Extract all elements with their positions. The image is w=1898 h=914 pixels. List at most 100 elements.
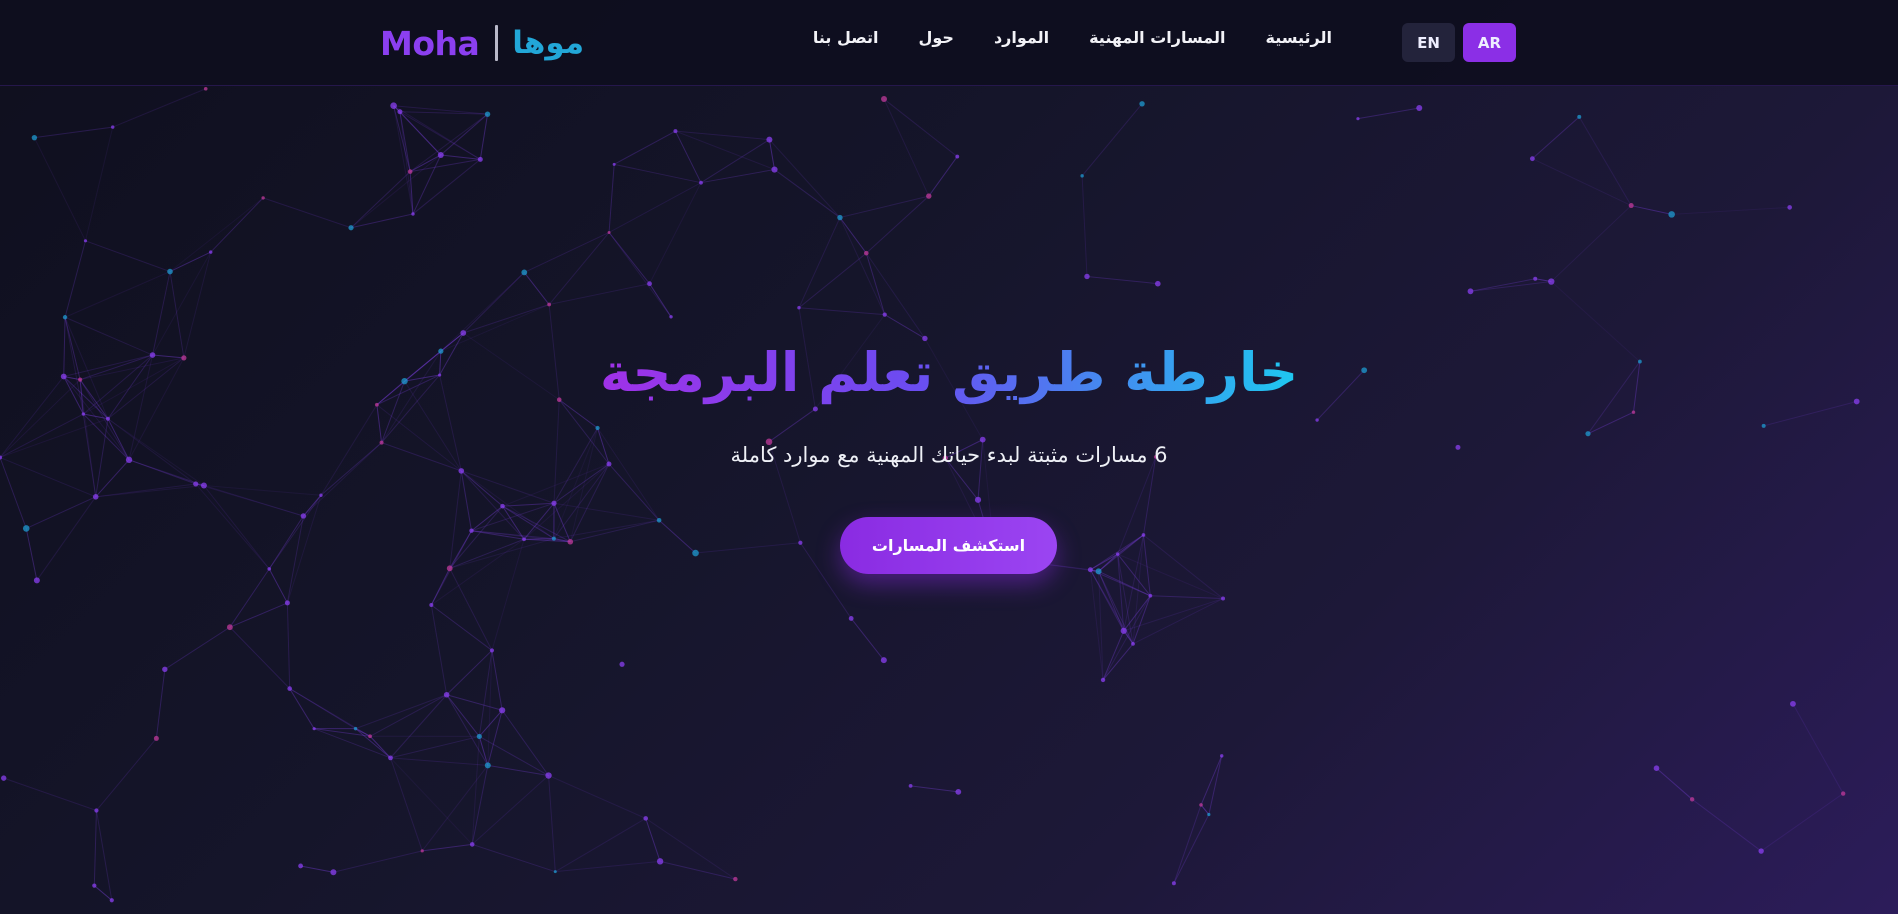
network-node <box>499 707 506 714</box>
lang-en-button[interactable]: EN <box>1402 23 1455 62</box>
logo-text-en: Moha <box>380 23 480 63</box>
network-node <box>979 436 986 443</box>
explore-paths-button[interactable]: استكشف المسارات <box>840 517 1057 574</box>
network-line <box>268 494 322 570</box>
network-line <box>430 604 448 695</box>
main-menu: الرئيسية المسارات المهنية الموارد حول ات… <box>813 28 1332 47</box>
network-node <box>1533 276 1538 281</box>
network-line <box>883 98 930 197</box>
nav-link-contact[interactable]: اتصل بنا <box>813 28 879 47</box>
network-line <box>26 496 96 529</box>
network-line <box>1792 703 1844 794</box>
network-line <box>164 626 231 670</box>
network-node <box>864 250 869 256</box>
network-line <box>355 694 447 730</box>
network-node <box>766 136 773 143</box>
network-node <box>1668 211 1675 218</box>
network-line <box>446 694 489 766</box>
network-node <box>458 468 465 474</box>
network-line <box>421 765 489 852</box>
network-line <box>675 130 770 141</box>
network-node <box>287 686 292 691</box>
network-line <box>695 542 801 554</box>
network-node <box>656 517 662 523</box>
network-line <box>369 735 391 759</box>
network-node <box>926 193 932 199</box>
network-line <box>369 694 447 737</box>
network-node <box>469 528 474 533</box>
network-node <box>643 816 649 821</box>
network-line <box>1098 571 1134 645</box>
network-line <box>460 470 503 507</box>
network-node <box>1220 754 1224 758</box>
site-logo[interactable]: Moha موها <box>380 20 584 66</box>
network-node <box>411 212 415 216</box>
network-line <box>1102 643 1134 681</box>
network-node <box>547 302 552 307</box>
nav-link-resources[interactable]: الموارد <box>994 28 1049 47</box>
network-node <box>500 503 505 509</box>
network-line <box>399 111 414 215</box>
network-node <box>1529 156 1535 162</box>
network-line <box>523 272 550 305</box>
nav-link-about[interactable]: حول <box>918 28 953 47</box>
network-line <box>300 865 334 873</box>
network-line <box>1532 158 1632 207</box>
network-node <box>848 616 854 621</box>
network-node <box>880 657 887 664</box>
network-line <box>883 98 958 157</box>
network-line <box>210 197 264 253</box>
network-line <box>112 88 206 128</box>
network-node <box>656 858 664 865</box>
nav-link-home[interactable]: الرئيسية <box>1266 28 1333 47</box>
network-node <box>33 577 40 584</box>
network-line <box>479 114 489 160</box>
network-node <box>348 225 354 231</box>
lang-ar-button[interactable]: AR <box>1463 23 1516 62</box>
network-node <box>1100 677 1106 683</box>
network-line <box>449 538 525 569</box>
network-node <box>477 156 483 162</box>
network-node <box>300 513 307 519</box>
network-node <box>1221 596 1226 601</box>
network-line <box>865 253 886 315</box>
network-line <box>262 197 352 229</box>
network-line <box>674 130 702 183</box>
network-node <box>330 869 337 876</box>
network-node <box>484 762 491 769</box>
network-line <box>203 485 270 570</box>
network-line <box>84 126 114 241</box>
network-line <box>393 105 411 172</box>
network-node <box>1548 278 1555 285</box>
network-node <box>551 500 557 506</box>
network-line <box>1173 814 1210 884</box>
network-node <box>484 111 491 117</box>
network-line <box>501 710 549 776</box>
network-node <box>955 154 960 159</box>
network-line <box>462 272 525 334</box>
network-node <box>429 602 434 607</box>
network-node <box>203 86 208 91</box>
network-line <box>1117 553 1151 597</box>
network-node <box>111 125 115 129</box>
network-node <box>105 416 110 421</box>
network-node <box>167 268 173 275</box>
network-line <box>1102 630 1125 681</box>
network-node <box>446 565 453 572</box>
nav-link-career-paths[interactable]: المسارات المهنية <box>1089 28 1225 47</box>
network-node <box>388 755 393 761</box>
network-node <box>437 151 444 158</box>
network-line <box>449 568 493 651</box>
network-line <box>769 139 841 218</box>
network-line <box>614 163 702 184</box>
network-line <box>774 169 841 218</box>
network-node <box>390 102 397 109</box>
network-line <box>1117 553 1224 600</box>
network-line <box>422 843 473 852</box>
network-line <box>95 810 113 901</box>
network-node <box>319 493 323 497</box>
network-line <box>649 182 702 284</box>
network-node <box>1084 273 1090 280</box>
network-line <box>390 757 488 766</box>
network-node <box>353 726 358 731</box>
